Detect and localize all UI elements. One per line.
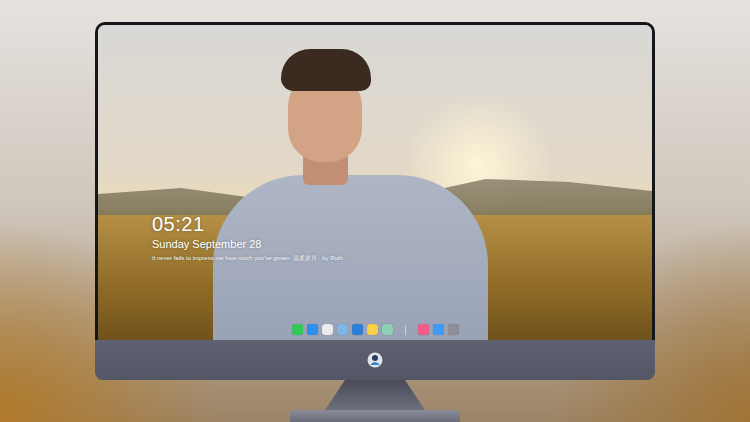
app-icon[interactable]	[292, 324, 303, 335]
dock	[98, 324, 652, 335]
dock-separator	[405, 325, 406, 335]
wallpaper-photo	[98, 25, 652, 340]
app-icon[interactable]	[382, 324, 393, 335]
monitor-base	[290, 410, 460, 422]
screen: 05:21 Sunday September 28 It never fails t…	[95, 22, 655, 340]
quote-text: It never fails to impress me how much yo…	[152, 254, 343, 262]
app-icon[interactable]	[433, 324, 444, 335]
app-icon[interactable]	[322, 324, 333, 335]
app-icon[interactable]	[448, 324, 459, 335]
app-icon[interactable]	[307, 324, 318, 335]
app-icon[interactable]	[418, 324, 429, 335]
app-icon[interactable]	[337, 324, 348, 335]
brand-logo-icon	[367, 352, 383, 368]
monitor-stand	[325, 380, 425, 410]
lock-clock: 05:21 Sunday September 28 It never fails t…	[152, 213, 343, 262]
monitor-chin	[95, 340, 655, 380]
person-hair	[281, 49, 371, 91]
app-icon[interactable]	[367, 324, 378, 335]
monitor: 05:21 Sunday September 28 It never fails t…	[95, 22, 655, 380]
app-icon[interactable]	[352, 324, 363, 335]
desktop-background: 05:21 Sunday September 28 It never fails t…	[0, 0, 750, 422]
clock-time: 05:21	[152, 213, 343, 235]
clock-date: Sunday September 28	[152, 238, 343, 251]
